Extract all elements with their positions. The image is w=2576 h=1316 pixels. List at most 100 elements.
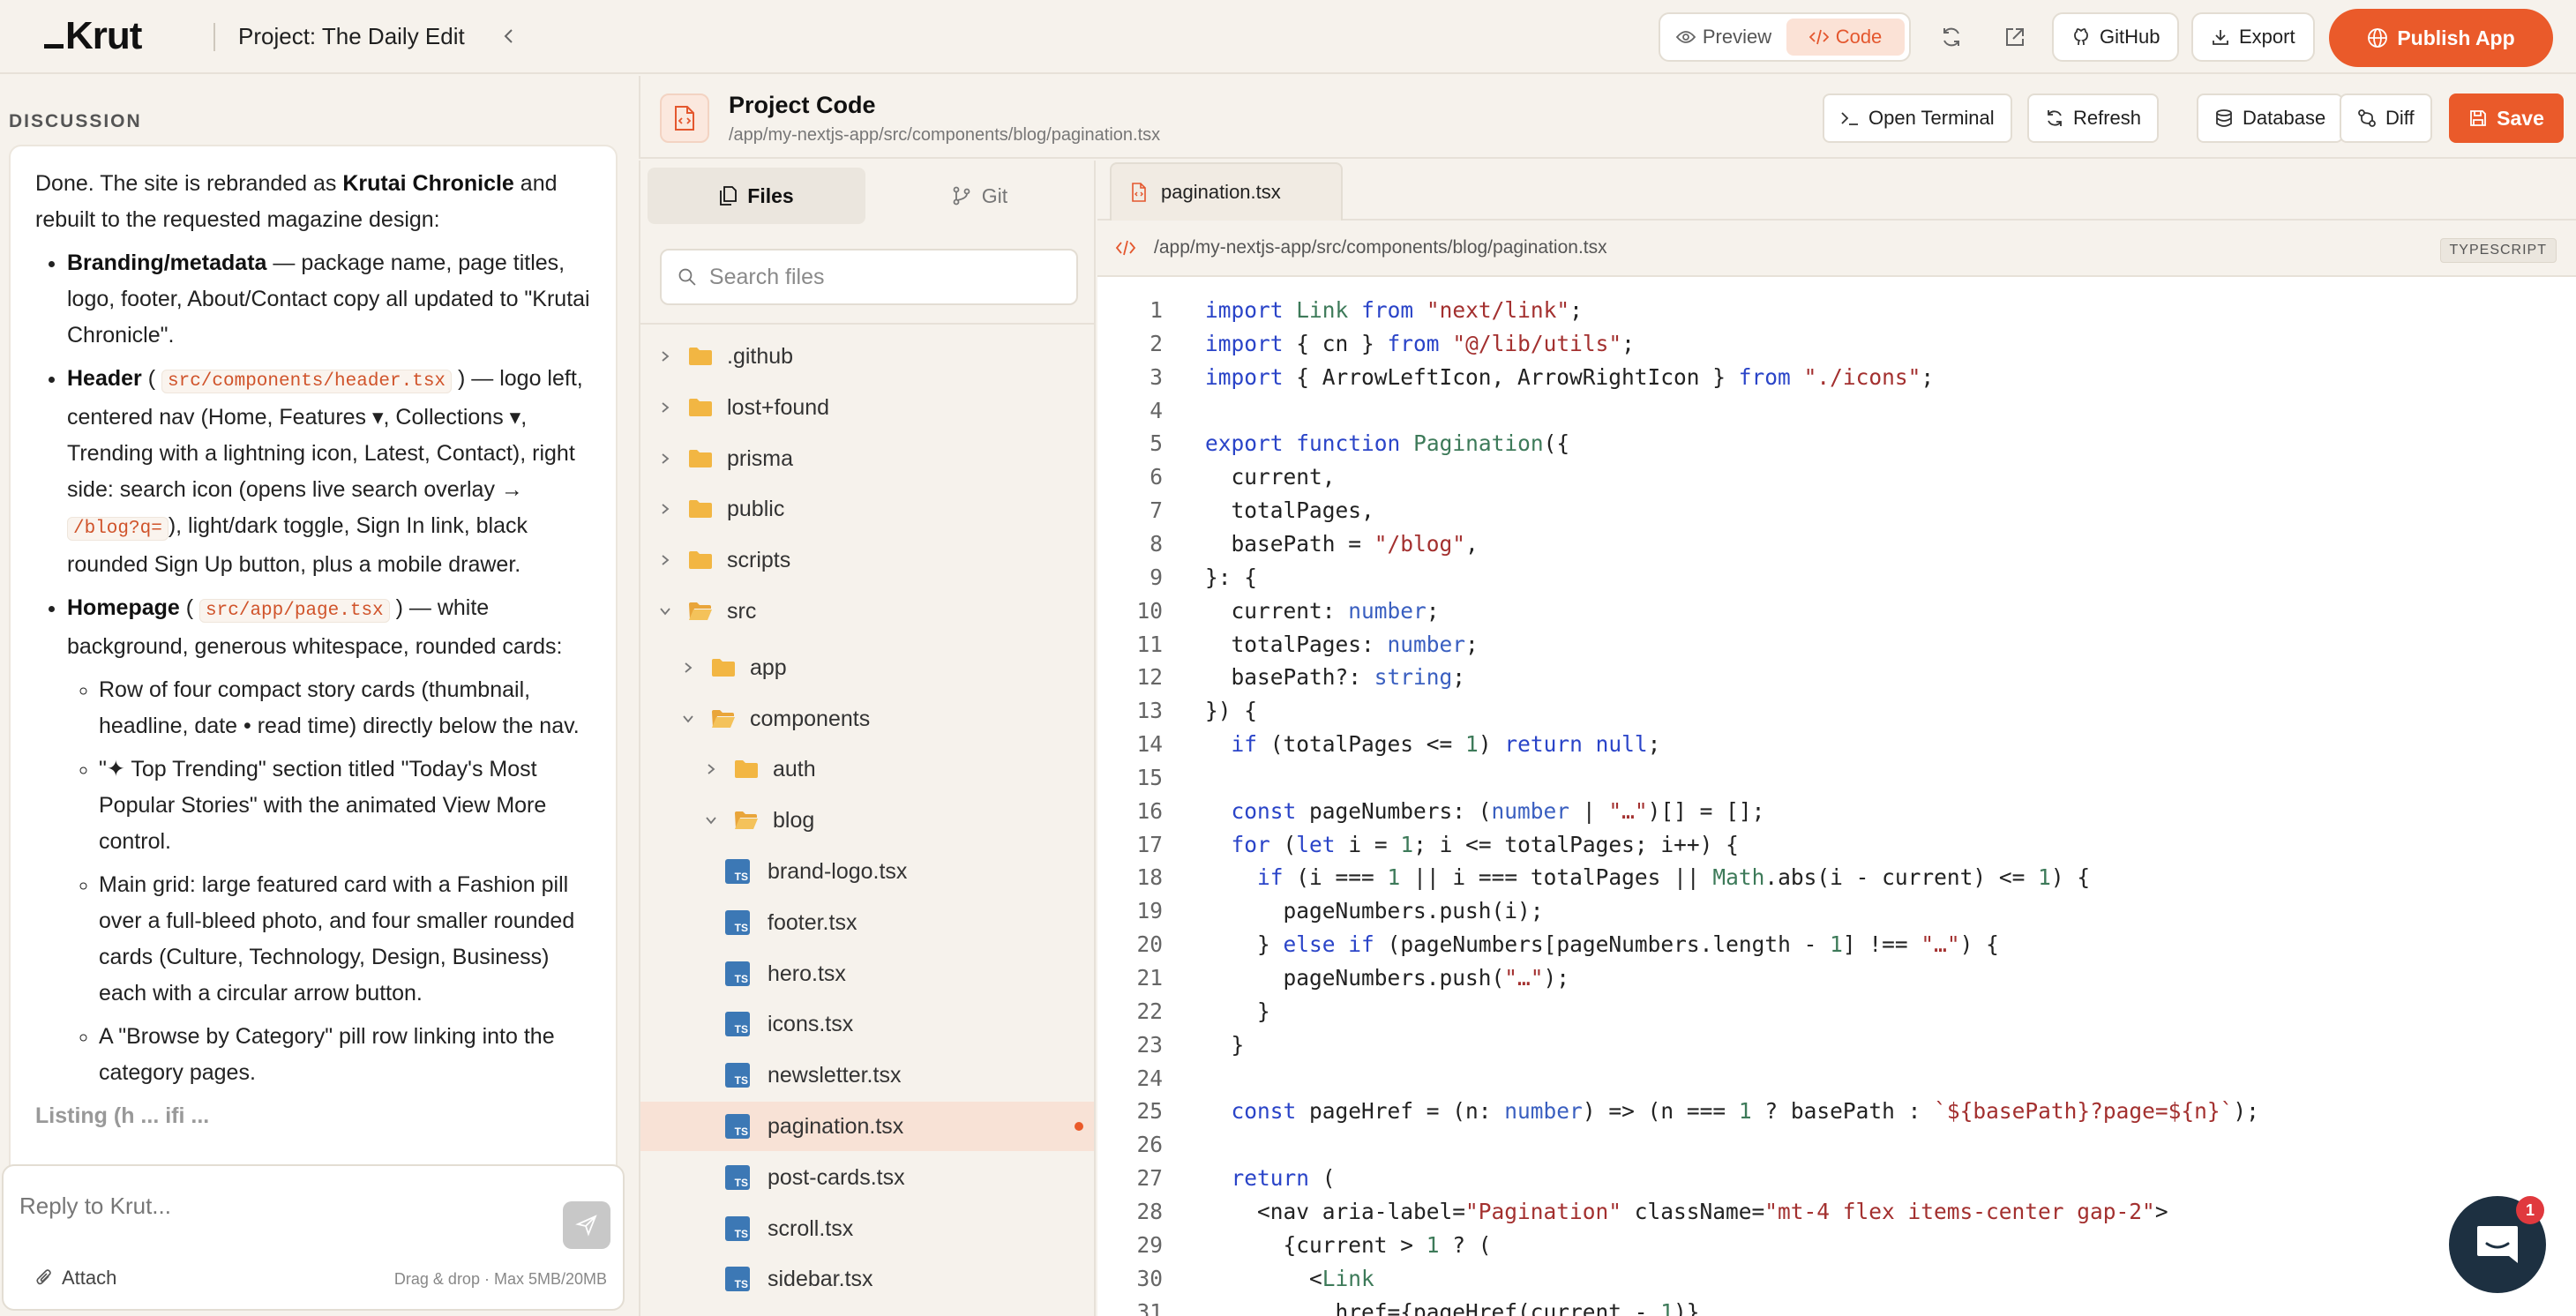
publish-app-button[interactable]: Publish App bbox=[2329, 9, 2553, 67]
upload-limit-note: Drag & drop · Max 5MB/20MB bbox=[393, 1270, 607, 1288]
line-number: 31 bbox=[1136, 1298, 1163, 1316]
folder-item[interactable]: public bbox=[640, 484, 1094, 534]
code-text: <Link bbox=[1205, 1265, 1374, 1291]
line-number: 8 bbox=[1149, 530, 1163, 557]
line-number: 12 bbox=[1136, 663, 1163, 690]
publish-label: Publish App bbox=[2397, 26, 2515, 49]
eye-icon bbox=[1675, 31, 1696, 43]
folder-item[interactable]: src bbox=[640, 587, 1094, 636]
export-label: Export bbox=[2239, 26, 2295, 48]
folder-item[interactable]: auth bbox=[640, 744, 1094, 794]
line-number: 21 bbox=[1136, 964, 1163, 991]
sub-list: Row of four compact story cards (thumbna… bbox=[99, 672, 591, 1091]
file-item[interactable]: TS footer.tsx bbox=[640, 898, 1094, 947]
code-text: import { cn } from "@/lib/utils"; bbox=[1205, 330, 1635, 356]
open-external-icon[interactable] bbox=[1997, 19, 2033, 55]
file-item[interactable]: TS hero.tsx bbox=[640, 949, 1094, 998]
code-line: 2 import { cn } from "@/lib/utils"; bbox=[1097, 326, 1635, 360]
code-line: 17 for (let i = 1; i <= totalPages; i++)… bbox=[1097, 827, 1738, 861]
code-label: Code bbox=[1835, 26, 1883, 48]
folder-item[interactable]: prisma bbox=[640, 434, 1094, 483]
typescript-file-icon: TS bbox=[725, 1165, 750, 1190]
typescript-file-icon: TS bbox=[725, 1012, 750, 1036]
code-line: 24 bbox=[1097, 1061, 1205, 1095]
preview-tab[interactable]: Preview bbox=[1665, 19, 1783, 56]
tree-item-label: pagination.tsx bbox=[768, 1113, 904, 1139]
line-number: 18 bbox=[1136, 864, 1163, 890]
folder-icon bbox=[711, 658, 736, 677]
folder-open-icon bbox=[711, 709, 736, 729]
divider bbox=[640, 323, 1094, 325]
code-line: 15 bbox=[1097, 760, 1205, 794]
code-icon bbox=[1808, 29, 1829, 45]
editor-tab-pagination[interactable]: pagination.tsx bbox=[1110, 162, 1343, 221]
typescript-file-icon: TS bbox=[725, 1063, 750, 1088]
chat-bubble-icon bbox=[2477, 1226, 2518, 1263]
paperclip-icon bbox=[36, 1269, 51, 1285]
typescript-file-icon: TS bbox=[725, 1114, 750, 1139]
folder-item[interactable]: components bbox=[640, 694, 1094, 744]
code-file-icon bbox=[660, 93, 709, 143]
file-item[interactable]: TS sidebar.tsx bbox=[640, 1254, 1094, 1304]
files-icon bbox=[720, 186, 738, 206]
file-item[interactable]: TS brand-logo.tsx bbox=[640, 847, 1094, 896]
reply-composer: Attach Drag & drop · Max 5MB/20MB bbox=[2, 1164, 625, 1311]
diff-button[interactable]: Diff bbox=[2340, 93, 2432, 143]
file-item[interactable]: TS pagination.tsx bbox=[640, 1102, 1094, 1151]
chevron-right-icon bbox=[656, 399, 674, 416]
export-button[interactable]: Export bbox=[2191, 12, 2315, 62]
file-search bbox=[660, 249, 1078, 305]
attach-button[interactable]: Attach bbox=[35, 1267, 116, 1290]
folder-item[interactable]: .github bbox=[640, 332, 1094, 381]
code-text: return ( bbox=[1231, 1164, 1336, 1191]
reload-icon[interactable] bbox=[1934, 19, 1969, 55]
list-item: Main grid: large featured card with a Fa… bbox=[99, 867, 591, 1012]
file-item[interactable]: TS post-cards.tsx bbox=[640, 1153, 1094, 1202]
download-icon bbox=[2213, 30, 2228, 45]
folder-item[interactable]: app bbox=[640, 643, 1094, 692]
folder-item[interactable]: lost+found bbox=[640, 383, 1094, 432]
git-branch-icon bbox=[953, 186, 970, 206]
code-tab[interactable]: Code bbox=[1786, 19, 1905, 56]
database-button[interactable]: Database bbox=[2197, 93, 2344, 143]
send-button[interactable] bbox=[563, 1201, 610, 1249]
search-files-input[interactable] bbox=[708, 264, 1060, 290]
code-snippet: src/app/page.tsx bbox=[199, 599, 390, 623]
reply-input[interactable] bbox=[19, 1193, 549, 1220]
terminal-icon bbox=[1841, 112, 1858, 125]
tree-item-label: blog bbox=[773, 807, 815, 833]
tab-git[interactable]: Git bbox=[871, 168, 1089, 224]
code-text: {current > 1 ? ( bbox=[1205, 1231, 1492, 1258]
folder-item[interactable]: blog bbox=[640, 796, 1094, 845]
code-line: 18 if (i === 1 || i === totalPages || Ma… bbox=[1097, 860, 2090, 894]
tree-item-label: public bbox=[727, 496, 785, 521]
typescript-file-icon: TS bbox=[725, 1267, 750, 1291]
save-button[interactable]: Save bbox=[2449, 93, 2564, 143]
current-file-path: /app/my-nextjs-app/src/components/blog/p… bbox=[729, 125, 1161, 145]
file-item[interactable]: TS scroll.tsx bbox=[640, 1204, 1094, 1253]
typescript-file-icon: TS bbox=[725, 910, 750, 935]
line-number: 24 bbox=[1136, 1065, 1163, 1091]
line-number: 5 bbox=[1149, 430, 1163, 456]
typescript-file-icon: TS bbox=[725, 859, 750, 884]
code-line: 3 import { ArrowLeftIcon, ArrowRightIcon … bbox=[1097, 360, 1934, 393]
refresh-button[interactable]: Refresh bbox=[2027, 93, 2160, 143]
tab-files[interactable]: Files bbox=[648, 168, 865, 224]
list-item: Row of four compact story cards (thumbna… bbox=[99, 672, 591, 744]
line-number: 29 bbox=[1136, 1231, 1163, 1258]
folder-item[interactable]: scripts bbox=[640, 535, 1094, 585]
github-button[interactable]: GitHub bbox=[2052, 12, 2180, 62]
chevron-right-icon bbox=[656, 450, 674, 467]
file-item[interactable]: TS icons.tsx bbox=[640, 999, 1094, 1049]
krut-logo[interactable]: Krut bbox=[44, 14, 142, 58]
globe-icon bbox=[2368, 28, 2388, 48]
code-line: 28 <nav aria-label="Pagination" classNam… bbox=[1097, 1194, 2168, 1228]
chevron-right-icon bbox=[656, 551, 674, 569]
code-line: 6 current, bbox=[1097, 460, 1335, 493]
code-text: import Link from "next/link"; bbox=[1205, 296, 1583, 323]
typescript-file-icon: TS bbox=[725, 1216, 750, 1241]
file-item[interactable]: TS newsletter.tsx bbox=[640, 1051, 1094, 1100]
open-terminal-button[interactable]: Open Terminal bbox=[1823, 93, 2012, 143]
line-number: 3 bbox=[1149, 363, 1163, 390]
collapse-sidebar-icon[interactable] bbox=[494, 21, 524, 51]
